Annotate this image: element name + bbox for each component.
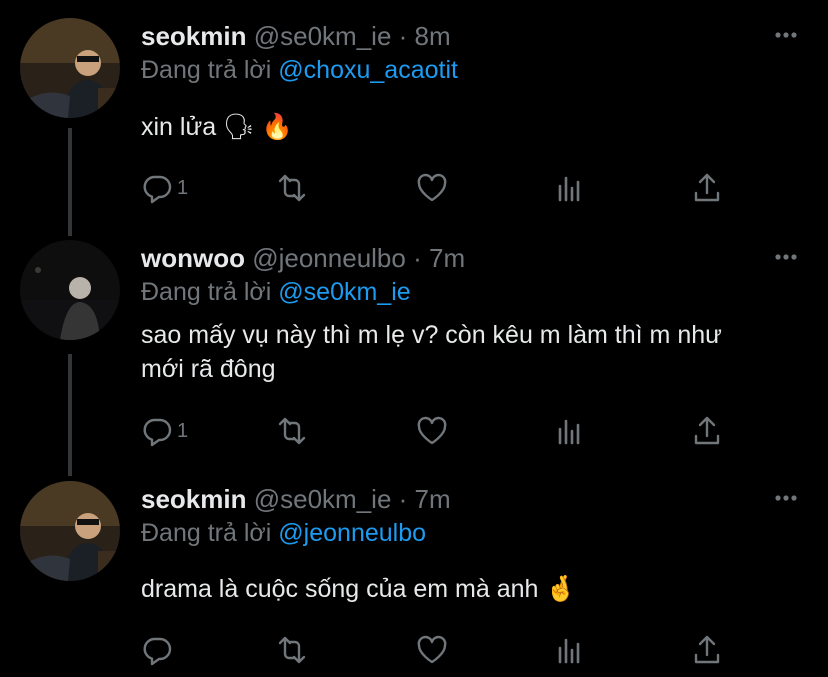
timestamp[interactable]: 8m [415, 21, 451, 51]
reply-icon [143, 637, 172, 666]
tweet-header: wonwoo @jeonneulbo · 7m [141, 242, 465, 274]
user-handle[interactable]: @se0km_ie [254, 484, 392, 514]
share-icon [694, 173, 720, 202]
tweet-header: seokmin @se0km_ie · 7m [141, 483, 451, 515]
mention-link[interactable]: @choxu_acaotit [278, 56, 458, 84]
action-bar: 1 [141, 171, 761, 205]
replying-to: Đang trả lời @jeonneulbo [141, 517, 426, 549]
retweet-button[interactable] [276, 171, 308, 205]
separator-dot: · [398, 21, 408, 51]
views-button[interactable] [554, 633, 586, 667]
retweet-icon [278, 636, 306, 664]
tweet[interactable]: wonwoo @jeonneulbo · 7m Đang trả lời @se… [0, 222, 828, 476]
share-icon [694, 416, 720, 445]
avatar[interactable] [20, 18, 120, 118]
share-button[interactable] [691, 171, 723, 205]
separator-dot: · [398, 484, 408, 514]
mention-link[interactable]: @jeonneulbo [278, 519, 426, 547]
retweet-button[interactable] [276, 414, 308, 448]
action-bar: 1 [141, 414, 761, 448]
views-icon [558, 176, 580, 202]
views-button[interactable] [554, 171, 586, 205]
display-name[interactable]: seokmin [141, 484, 247, 514]
replying-to: Đang trả lời @se0km_ie [141, 276, 411, 308]
tweet[interactable]: seokmin @se0km_ie · 8m Đang trả lời @cho… [0, 0, 828, 236]
display-name[interactable]: wonwoo [141, 243, 245, 273]
share-button[interactable] [691, 414, 723, 448]
reply-button[interactable] [141, 633, 177, 667]
separator-dot: · [413, 243, 422, 273]
replying-to: Đang trả lời @choxu_acaotit [141, 54, 458, 86]
retweet-icon [278, 174, 306, 202]
avatar[interactable] [20, 481, 120, 581]
tweet[interactable]: seokmin @se0km_ie · 7m Đang trả lời @jeo… [0, 463, 828, 677]
user-handle[interactable]: @jeonneulbo [252, 243, 406, 273]
like-button[interactable] [416, 171, 448, 205]
like-icon [417, 173, 447, 202]
retweet-button[interactable] [276, 633, 308, 667]
share-icon [694, 635, 720, 664]
views-icon [558, 419, 580, 445]
mention-link[interactable]: @se0km_ie [278, 278, 410, 306]
reply-button[interactable]: 1 [141, 171, 188, 205]
tweet-text: xin lửa 🗣 🔥 [141, 113, 293, 141]
reply-count: 1 [177, 419, 189, 442]
reply-button[interactable]: 1 [141, 414, 188, 448]
tweet-header: seokmin @se0km_ie · 8m [141, 20, 451, 52]
share-button[interactable] [691, 633, 723, 667]
action-bar [141, 633, 761, 667]
timestamp[interactable]: 7m [415, 484, 451, 514]
reply-icon [143, 418, 172, 447]
more-icon[interactable] [774, 30, 798, 40]
timestamp[interactable]: 7m [429, 243, 465, 273]
replying-label: Đang trả lời [141, 56, 272, 84]
views-icon [558, 638, 580, 664]
tweet-text: sao mấy vụ này thì m lẹ v? còn kêu m làm… [141, 321, 722, 383]
like-button[interactable] [416, 633, 448, 667]
replying-label: Đang trả lời [141, 519, 272, 547]
replying-label: Đang trả lời [141, 278, 272, 306]
more-icon[interactable] [774, 493, 798, 503]
user-handle[interactable]: @se0km_ie [254, 21, 392, 51]
like-button[interactable] [416, 414, 448, 448]
like-icon [417, 416, 447, 445]
tweet-text: drama là cuộc sống của em mà anh 🤞 [141, 575, 577, 603]
retweet-icon [278, 417, 306, 445]
like-icon [417, 635, 447, 664]
reply-count: 1 [177, 176, 189, 199]
display-name[interactable]: seokmin [141, 21, 247, 51]
avatar[interactable] [20, 240, 120, 340]
reply-icon [143, 175, 172, 204]
views-button[interactable] [554, 414, 586, 448]
more-icon[interactable] [774, 252, 798, 262]
